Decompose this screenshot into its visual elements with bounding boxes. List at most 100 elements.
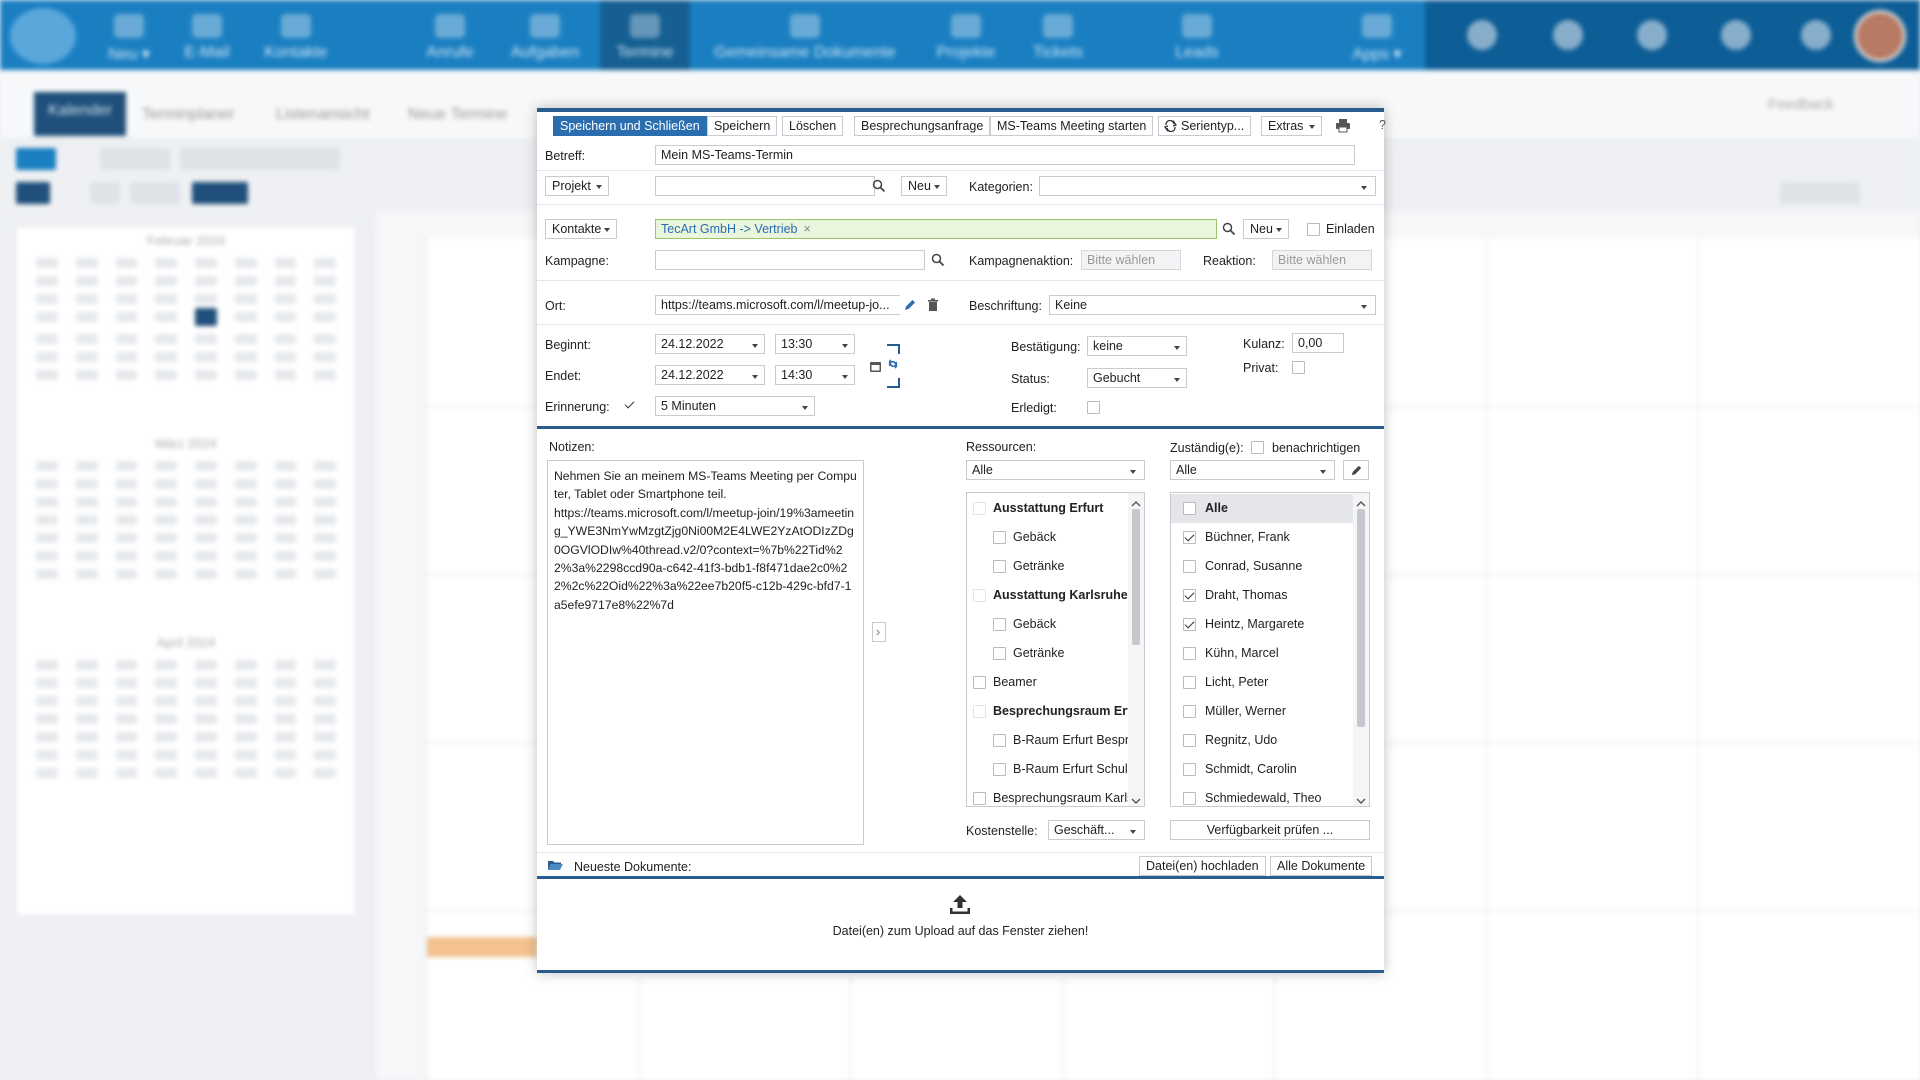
tab-list-view[interactable]: Listenansicht bbox=[262, 96, 383, 136]
day-cell[interactable] bbox=[115, 660, 138, 670]
notify-checkbox[interactable] bbox=[1251, 441, 1264, 454]
day-cell[interactable] bbox=[75, 660, 98, 670]
day-cell[interactable] bbox=[36, 533, 58, 543]
day-cell[interactable] bbox=[195, 497, 217, 507]
chevron-up-icon[interactable] bbox=[1131, 497, 1141, 507]
day-cell[interactable] bbox=[36, 569, 58, 579]
day-cell[interactable] bbox=[274, 678, 297, 688]
resource-item[interactable]: B-Raum Erfurt Bespre bbox=[967, 726, 1136, 755]
nav-appointments[interactable]: Termine bbox=[600, 0, 690, 70]
resource-checkbox[interactable] bbox=[973, 502, 986, 515]
private-checkbox[interactable] bbox=[1292, 361, 1305, 374]
resource-item[interactable]: Ausstattung Karlsruhe bbox=[967, 581, 1128, 610]
day-cell[interactable] bbox=[195, 515, 217, 525]
day-cell[interactable] bbox=[314, 515, 336, 525]
day-cell[interactable] bbox=[314, 768, 336, 778]
day-cell[interactable] bbox=[234, 660, 257, 670]
subject-input[interactable]: Mein MS-Teams-Termin bbox=[655, 145, 1355, 165]
day-cell[interactable] bbox=[115, 533, 138, 543]
day-cell[interactable] bbox=[155, 352, 177, 362]
day-cell[interactable] bbox=[36, 352, 58, 362]
edit-icon[interactable] bbox=[903, 298, 917, 312]
day-cell[interactable] bbox=[195, 461, 217, 471]
resource-item[interactable]: Beamer bbox=[967, 668, 1128, 697]
nav-calls[interactable]: Anrufe bbox=[410, 0, 490, 70]
day-cell[interactable] bbox=[36, 714, 58, 724]
day-cell[interactable] bbox=[75, 276, 98, 286]
responsible-item[interactable]: Regnitz, Udo bbox=[1171, 726, 1353, 755]
responsible-checkbox[interactable] bbox=[1183, 589, 1196, 602]
responsible-checkbox[interactable] bbox=[1183, 531, 1196, 544]
day-cell[interactable] bbox=[274, 551, 297, 561]
user-avatar[interactable] bbox=[1854, 10, 1906, 62]
trash-icon[interactable] bbox=[926, 298, 940, 312]
day-cell[interactable] bbox=[115, 732, 138, 742]
day-cell[interactable] bbox=[36, 660, 58, 670]
day-cell[interactable] bbox=[75, 312, 98, 322]
day-cell[interactable] bbox=[234, 276, 257, 286]
toolbar-chip[interactable] bbox=[16, 148, 56, 170]
nav-leads[interactable]: Leads bbox=[1160, 0, 1234, 70]
day-cell[interactable] bbox=[115, 551, 138, 561]
day-cell[interactable] bbox=[314, 461, 336, 471]
day-cell[interactable] bbox=[155, 750, 177, 760]
nav-new[interactable]: Neu ▾ bbox=[98, 0, 160, 70]
toolbar-chip[interactable] bbox=[130, 182, 180, 204]
day-cell[interactable] bbox=[155, 714, 177, 724]
responsible-item[interactable]: Büchner, Frank bbox=[1171, 523, 1353, 552]
day-cell[interactable] bbox=[115, 714, 138, 724]
responsible-item[interactable]: Schmidt, Carolin bbox=[1171, 755, 1353, 784]
resource-item[interactable]: Ausstattung Erfurt bbox=[967, 494, 1128, 523]
day-cell[interactable] bbox=[195, 294, 217, 304]
campaign-input[interactable] bbox=[655, 250, 925, 270]
day-cell[interactable] bbox=[115, 461, 138, 471]
day-cell[interactable] bbox=[155, 370, 177, 380]
invite-checkbox[interactable] bbox=[1307, 223, 1320, 236]
responsible-filter-select[interactable]: Alle bbox=[1170, 460, 1335, 480]
resource-item[interactable]: Besprechungsraum Erfu bbox=[967, 697, 1139, 726]
resource-checkbox[interactable] bbox=[993, 763, 1006, 776]
day-cell[interactable] bbox=[36, 732, 58, 742]
day-cell[interactable] bbox=[75, 294, 98, 304]
day-cell[interactable] bbox=[115, 696, 138, 706]
day-cell[interactable] bbox=[274, 479, 297, 489]
day-cell[interactable] bbox=[75, 768, 98, 778]
day-cell[interactable] bbox=[234, 334, 257, 344]
responsible-checkbox[interactable] bbox=[1183, 676, 1196, 689]
goodwill-input[interactable]: 0,00 bbox=[1292, 333, 1344, 353]
day-cell[interactable] bbox=[195, 334, 217, 344]
responsible-checkbox[interactable] bbox=[1183, 618, 1196, 631]
day-cell[interactable] bbox=[75, 678, 98, 688]
day-cell[interactable] bbox=[195, 276, 217, 286]
day-cell[interactable] bbox=[155, 258, 177, 268]
resource-item[interactable]: Besprechungsraum Karls bbox=[967, 784, 1133, 806]
day-cell[interactable] bbox=[36, 312, 58, 322]
day-cell[interactable] bbox=[36, 461, 58, 471]
search-icon[interactable] bbox=[1222, 222, 1236, 236]
day-cell[interactable] bbox=[75, 533, 98, 543]
day-cell[interactable] bbox=[314, 678, 336, 688]
help-icon[interactable]: ? bbox=[1379, 118, 1386, 132]
day-cell[interactable] bbox=[155, 312, 177, 322]
day-cell[interactable] bbox=[155, 497, 177, 507]
day-cell[interactable] bbox=[155, 660, 177, 670]
contacts-new-dropdown[interactable]: Neu bbox=[1243, 219, 1289, 239]
responsible-item[interactable]: Schmiedewald, Theo bbox=[1171, 784, 1353, 806]
toolbar-chip[interactable] bbox=[90, 182, 120, 204]
responsible-checkbox[interactable] bbox=[1183, 705, 1196, 718]
day-cell[interactable] bbox=[314, 660, 336, 670]
day-cell[interactable] bbox=[155, 276, 177, 286]
edit-responsible-button[interactable] bbox=[1343, 460, 1369, 480]
project-search-input[interactable] bbox=[655, 176, 875, 196]
all-documents-button[interactable]: Alle Dokumente bbox=[1270, 856, 1373, 876]
day-cell[interactable] bbox=[274, 370, 297, 380]
day-cell[interactable] bbox=[195, 308, 217, 326]
start-date-input[interactable]: 24.12.2022 bbox=[655, 334, 765, 354]
day-cell[interactable] bbox=[36, 768, 58, 778]
day-cell[interactable] bbox=[314, 732, 336, 742]
responsible-checkbox[interactable] bbox=[1183, 792, 1196, 805]
upload-files-button[interactable]: Datei(en) hochladen bbox=[1139, 856, 1266, 876]
contacts-dropdown[interactable]: Kontakte bbox=[545, 219, 617, 239]
day-cell[interactable] bbox=[234, 352, 257, 362]
day-cell[interactable] bbox=[115, 276, 138, 286]
